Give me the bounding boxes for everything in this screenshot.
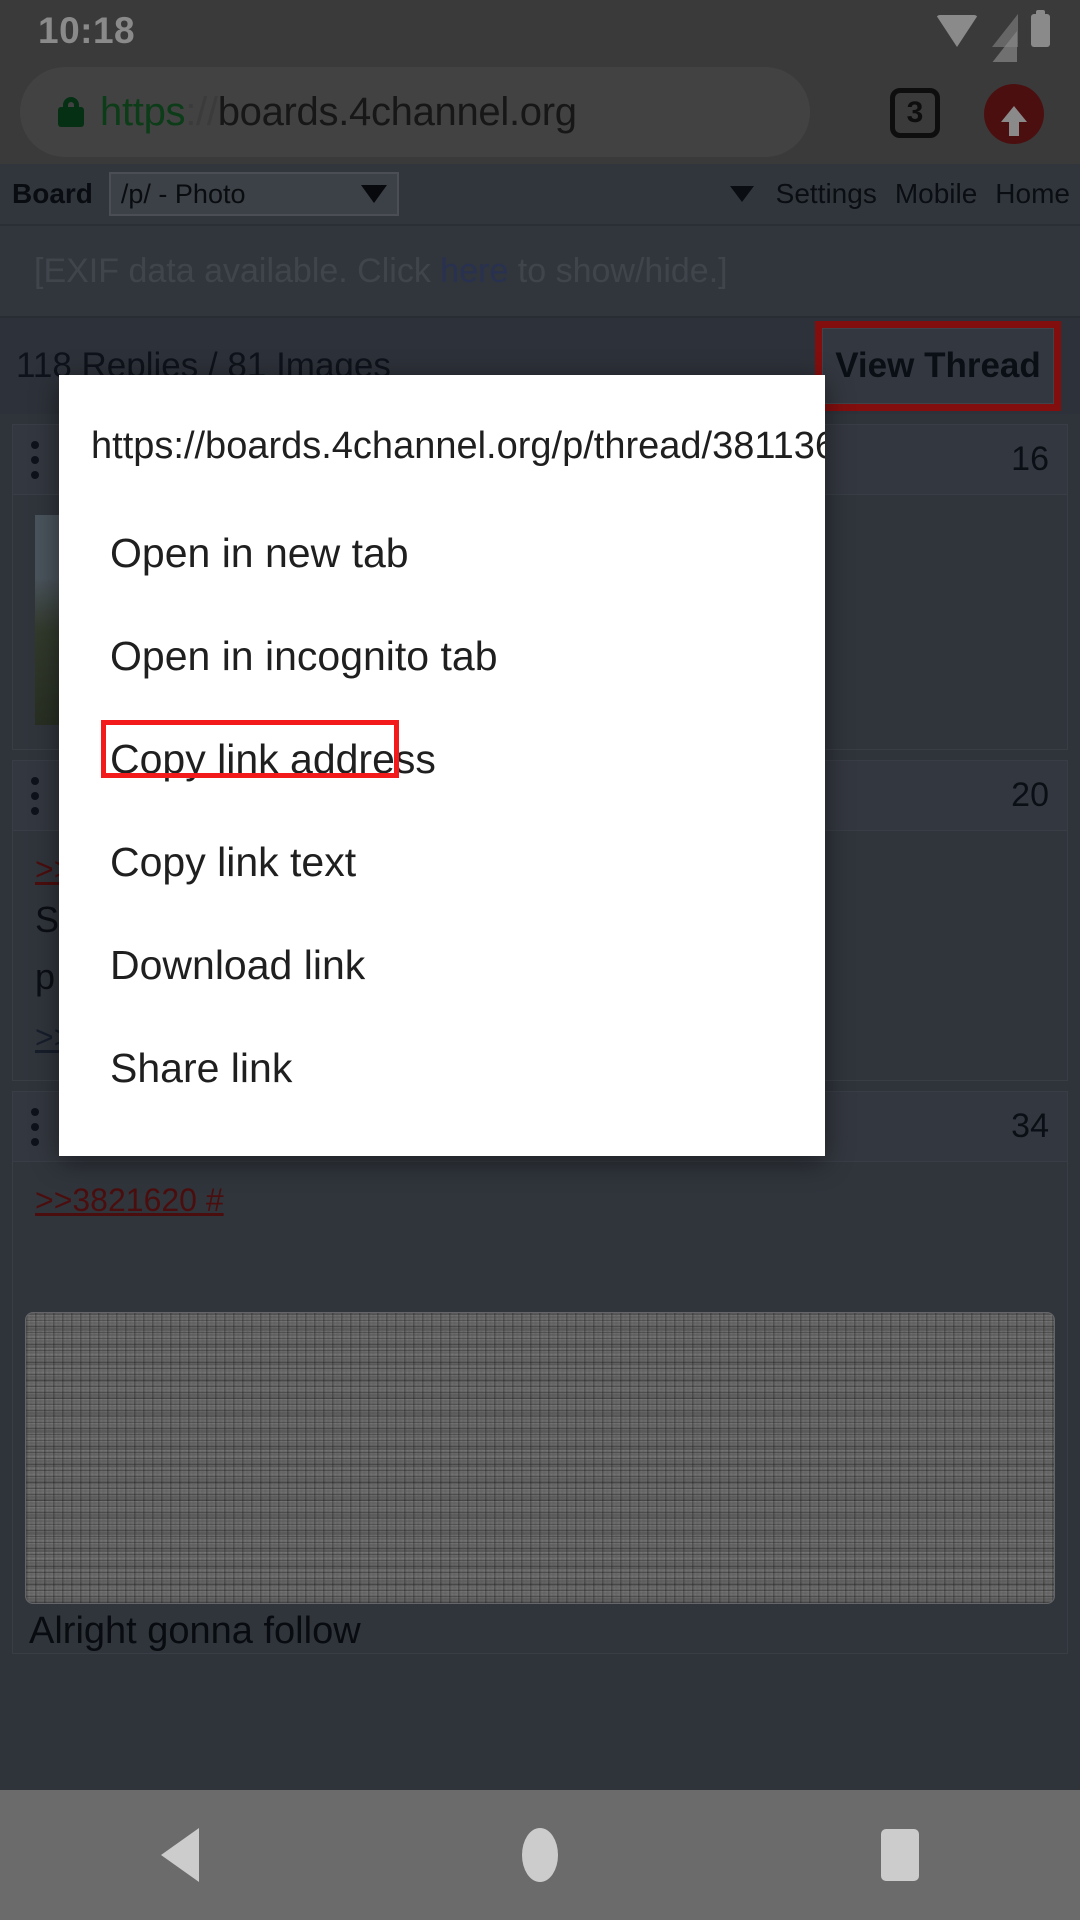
- board-bar: Board /p/ - Photo Settings Mobile Home: [0, 164, 1080, 226]
- post-number: 20: [1011, 776, 1049, 814]
- lock-icon: [58, 97, 84, 127]
- upload-arrow-icon: [1001, 106, 1027, 136]
- view-thread-button[interactable]: View Thread: [822, 328, 1054, 404]
- menu-item-open-in-incognito-tab[interactable]: Open in incognito tab: [59, 605, 825, 708]
- post-menu-icon[interactable]: [31, 776, 39, 815]
- menu-item-copy-link-text[interactable]: Copy link text: [59, 811, 825, 914]
- board-label: Board: [12, 178, 93, 209]
- post-menu-icon[interactable]: [31, 1107, 39, 1146]
- menu-item-copy-link-address-label: Copy link address: [110, 736, 436, 782]
- link-context-menu: https://boards.4channel.org/p/thread/381…: [59, 375, 825, 1156]
- chevron-down-icon: [360, 185, 387, 203]
- post-number: 34: [1011, 1107, 1049, 1146]
- browser-toolbar: https://boards.4channel.org/p/ 3: [0, 62, 1080, 164]
- post-body: >>3821620 #: [13, 1162, 1067, 1306]
- exif-suffix: to show/hide.]: [508, 251, 728, 290]
- url-scheme: https: [100, 89, 186, 134]
- status-time: 10:18: [38, 10, 136, 51]
- board-select[interactable]: /p/ - Photo: [108, 172, 399, 216]
- status-bar: 10:18: [0, 0, 1080, 64]
- battery-icon: [1031, 10, 1050, 47]
- nav-link-settings[interactable]: Settings: [776, 178, 877, 210]
- url-bar[interactable]: https://boards.4channel.org/p/: [20, 67, 810, 157]
- status-icons: [936, 10, 1050, 64]
- nav-link-home[interactable]: Home: [995, 178, 1070, 210]
- wifi-icon: [936, 14, 978, 47]
- post-number: 16: [1011, 440, 1049, 478]
- back-triangle-icon[interactable]: [161, 1828, 200, 1882]
- post-quote-link[interactable]: >>3821620 #: [35, 1182, 224, 1219]
- menu-item-share-link[interactable]: Share link: [59, 1017, 825, 1120]
- menu-bottom-spacer: [59, 1120, 825, 1156]
- menu-item-download-link[interactable]: Download link: [59, 914, 825, 1017]
- menu-item-open-in-new-tab[interactable]: Open in new tab: [59, 502, 825, 605]
- url-host: boards.4channel.org: [217, 89, 577, 134]
- phone-screen: Board /p/ - Photo Settings Mobile Home […: [0, 0, 1080, 1920]
- recents-square-icon[interactable]: [880, 1829, 919, 1881]
- exif-prefix: [EXIF data available. Click: [34, 251, 441, 290]
- post-image[interactable]: [25, 1312, 1055, 1605]
- nav-link-mobile[interactable]: Mobile: [895, 178, 977, 210]
- exif-notice: [EXIF data available. Click here to show…: [0, 226, 1080, 318]
- menu-item-copy-link-address[interactable]: Copy link address: [59, 708, 825, 811]
- chevron-down-icon[interactable]: [729, 186, 754, 202]
- home-circle-icon[interactable]: [521, 1828, 558, 1882]
- post-card: 34 >>3821620 # Alright gonna follow: [12, 1091, 1068, 1655]
- post-menu-icon[interactable]: [31, 440, 39, 479]
- url-text: https://boards.4channel.org/p/: [100, 89, 621, 135]
- browser-menu-button[interactable]: [984, 84, 1044, 144]
- exif-toggle-link[interactable]: here: [440, 252, 508, 290]
- context-menu-url: https://boards.4channel.org/p/thread/381…: [91, 425, 825, 467]
- url-path: /p/: [576, 89, 621, 134]
- tab-switcher-button[interactable]: 3: [890, 88, 940, 138]
- signal-icon: [991, 14, 1018, 64]
- post-text-line: Alright gonna follow: [29, 1610, 361, 1653]
- url-separator: ://: [185, 89, 218, 134]
- board-select-value: /p/ - Photo: [120, 178, 246, 209]
- page-nav-links: Settings Mobile Home: [729, 178, 1070, 210]
- android-nav-bar: [0, 1790, 1080, 1920]
